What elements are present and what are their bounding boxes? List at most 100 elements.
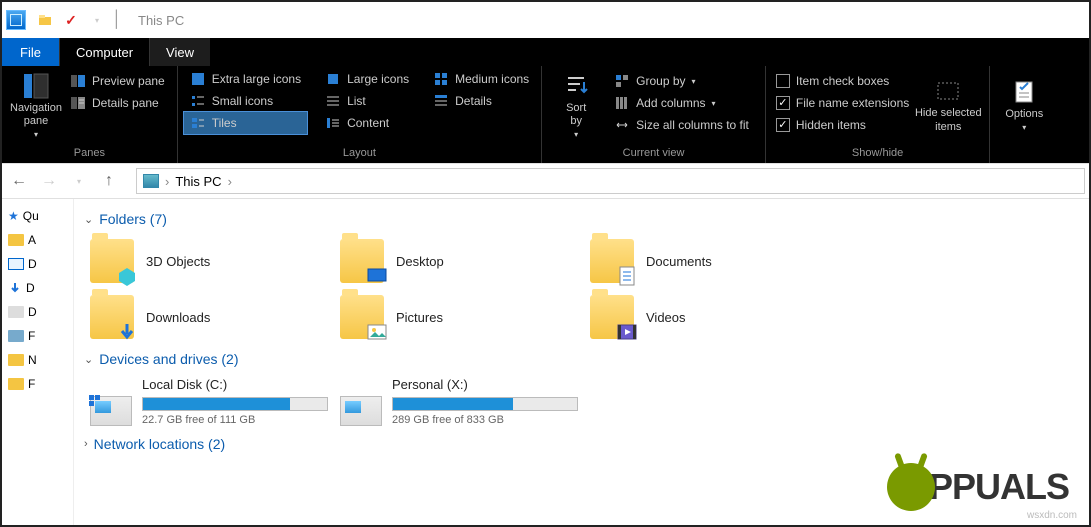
- quick-access-label: Qu: [23, 209, 39, 223]
- hide-selected-label: Hide selected items: [915, 107, 982, 133]
- drives-section-header[interactable]: ⌄ Devices and drives (2): [84, 351, 1079, 367]
- medium-icons-button[interactable]: Medium icons: [427, 68, 535, 90]
- icon-medium: [433, 71, 449, 87]
- breadcrumb-chevron: ›: [228, 174, 232, 189]
- add-columns-button[interactable]: Add columns ▾: [608, 92, 755, 114]
- sidebar-item[interactable]: F: [8, 329, 67, 343]
- ribbon-group-options: Options ▾: [990, 66, 1058, 163]
- tiles-view-button[interactable]: Tiles: [184, 112, 307, 134]
- up-button[interactable]: ↑: [96, 168, 122, 194]
- current-view-group-label: Current view: [542, 145, 765, 163]
- menu-file[interactable]: File: [2, 38, 59, 66]
- group-by-button[interactable]: Group by ▾: [608, 70, 755, 92]
- columns-icon: [614, 95, 630, 111]
- folders-section-header[interactable]: ⌄ Folders (7): [84, 211, 1079, 227]
- folder-item-videos[interactable]: Videos: [584, 289, 834, 345]
- forward-button[interactable]: →: [36, 168, 62, 194]
- folder-icon: [90, 239, 134, 283]
- navigation-pane-label: Navigation pane: [10, 102, 62, 128]
- options-button[interactable]: Options ▾: [996, 68, 1052, 143]
- ribbon-group-show-hide: Item check boxes File name extensions Hi…: [766, 66, 990, 163]
- size-columns-button[interactable]: Size all columns to fit: [608, 114, 755, 136]
- navigation-pane-button[interactable]: Navigation pane ▾: [8, 68, 64, 143]
- folder-icon: [8, 354, 24, 366]
- sidebar-item[interactable]: D: [8, 281, 67, 295]
- file-extensions-toggle[interactable]: File name extensions: [776, 92, 909, 114]
- folder-item-3d-objects[interactable]: 3D Objects: [84, 233, 334, 289]
- drive-personal-x[interactable]: Personal (X:) 289 GB free of 833 GB: [334, 373, 584, 430]
- qat-properties[interactable]: ✓: [60, 9, 82, 31]
- item-check-boxes-toggle[interactable]: Item check boxes: [776, 70, 909, 92]
- item-label: Documents: [646, 254, 712, 269]
- extra-large-icons-button[interactable]: Extra large icons: [184, 68, 307, 90]
- small-icons-button[interactable]: Small icons: [184, 90, 307, 112]
- drive-fill: [143, 398, 290, 410]
- sort-by-button[interactable]: Sort by ▾: [548, 68, 604, 143]
- large-icons-button[interactable]: Large icons: [319, 68, 415, 90]
- folder-item-documents[interactable]: Documents: [584, 233, 834, 289]
- folders-title: Folders (7): [99, 211, 167, 227]
- details-pane-button[interactable]: Details pane: [64, 92, 171, 114]
- sort-by-label: Sort by: [566, 102, 586, 128]
- sidebar-item[interactable]: F: [8, 377, 67, 391]
- list-view-button[interactable]: List: [319, 90, 415, 112]
- ribbon: Navigation pane ▾ Preview pane Details p…: [2, 66, 1089, 163]
- menu-view[interactable]: View: [149, 38, 210, 66]
- icon-large: [325, 71, 341, 87]
- breadcrumb-location[interactable]: This PC: [175, 174, 221, 189]
- icon-details: [433, 93, 449, 109]
- drives-title: Devices and drives (2): [99, 351, 238, 367]
- hidden-items-toggle[interactable]: Hidden items: [776, 114, 909, 136]
- watermark-text: PPUALS: [929, 466, 1069, 508]
- quick-access-item[interactable]: ★Qu: [8, 209, 67, 223]
- qat-item[interactable]: [34, 9, 56, 31]
- folder-icon: [340, 239, 384, 283]
- chevron-right-icon: ›: [84, 438, 88, 450]
- add-columns-label: Add columns: [636, 96, 705, 110]
- videos-icon: [616, 321, 638, 343]
- content-view-button[interactable]: Content: [319, 112, 415, 134]
- medium-label: Medium icons: [455, 72, 529, 86]
- drive-name: Local Disk (C:): [142, 377, 328, 392]
- folder-item-pictures[interactable]: Pictures: [334, 289, 584, 345]
- pictures-icon: [366, 321, 388, 343]
- preview-pane-icon: [70, 73, 86, 89]
- folders-items: 3D Objects Desktop Documents Downloads P…: [84, 233, 1079, 345]
- drive-local-c[interactable]: Local Disk (C:) 22.7 GB free of 111 GB: [84, 373, 334, 430]
- hide-selected-button[interactable]: Hide selected items: [913, 68, 983, 143]
- nav-bar: ← → ▾ ↑ › This PC ›: [2, 163, 1089, 199]
- network-section-header[interactable]: › Network locations (2): [84, 436, 1079, 452]
- sidebar-item[interactable]: N: [8, 353, 67, 367]
- drive-icon: [340, 396, 382, 426]
- sidebar-item[interactable]: D: [8, 257, 67, 271]
- folder-item-downloads[interactable]: Downloads: [84, 289, 334, 345]
- details-pane-icon: [70, 95, 86, 111]
- drive-icon: [90, 396, 132, 426]
- sidebar-item[interactable]: A: [8, 233, 67, 247]
- preview-pane-button[interactable]: Preview pane: [64, 70, 171, 92]
- desktop-icon: [8, 258, 24, 270]
- sidebar-item[interactable]: D: [8, 305, 67, 319]
- navigation-tree: ★Qu A D D D F N F: [2, 199, 74, 525]
- recent-locations-button[interactable]: ▾: [66, 168, 92, 194]
- checkbox-icon: [776, 74, 790, 88]
- document-icon: [616, 265, 638, 287]
- download-icon: [116, 321, 138, 343]
- item-label: Pictures: [396, 310, 443, 325]
- size-columns-label: Size all columns to fit: [636, 118, 749, 132]
- qat-dropdown[interactable]: ▾: [86, 9, 108, 31]
- address-bar[interactable]: › This PC ›: [136, 168, 1085, 194]
- menu-computer[interactable]: Computer: [59, 38, 149, 66]
- folder-item-desktop[interactable]: Desktop: [334, 233, 584, 289]
- hidden-items-label: Hidden items: [796, 118, 866, 132]
- drives-items: Local Disk (C:) 22.7 GB free of 111 GB P…: [84, 373, 1079, 430]
- chevron-down-icon: ▾: [692, 77, 696, 86]
- show-hide-group-label: Show/hide: [766, 145, 989, 163]
- 3d-icon: [116, 265, 138, 287]
- attribution: wsxdn.com: [1027, 510, 1077, 521]
- options-label: Options: [1005, 108, 1043, 121]
- hide-icon: [934, 77, 962, 105]
- folder-icon: [90, 295, 134, 339]
- details-view-button[interactable]: Details: [427, 90, 535, 112]
- back-button[interactable]: ←: [6, 168, 32, 194]
